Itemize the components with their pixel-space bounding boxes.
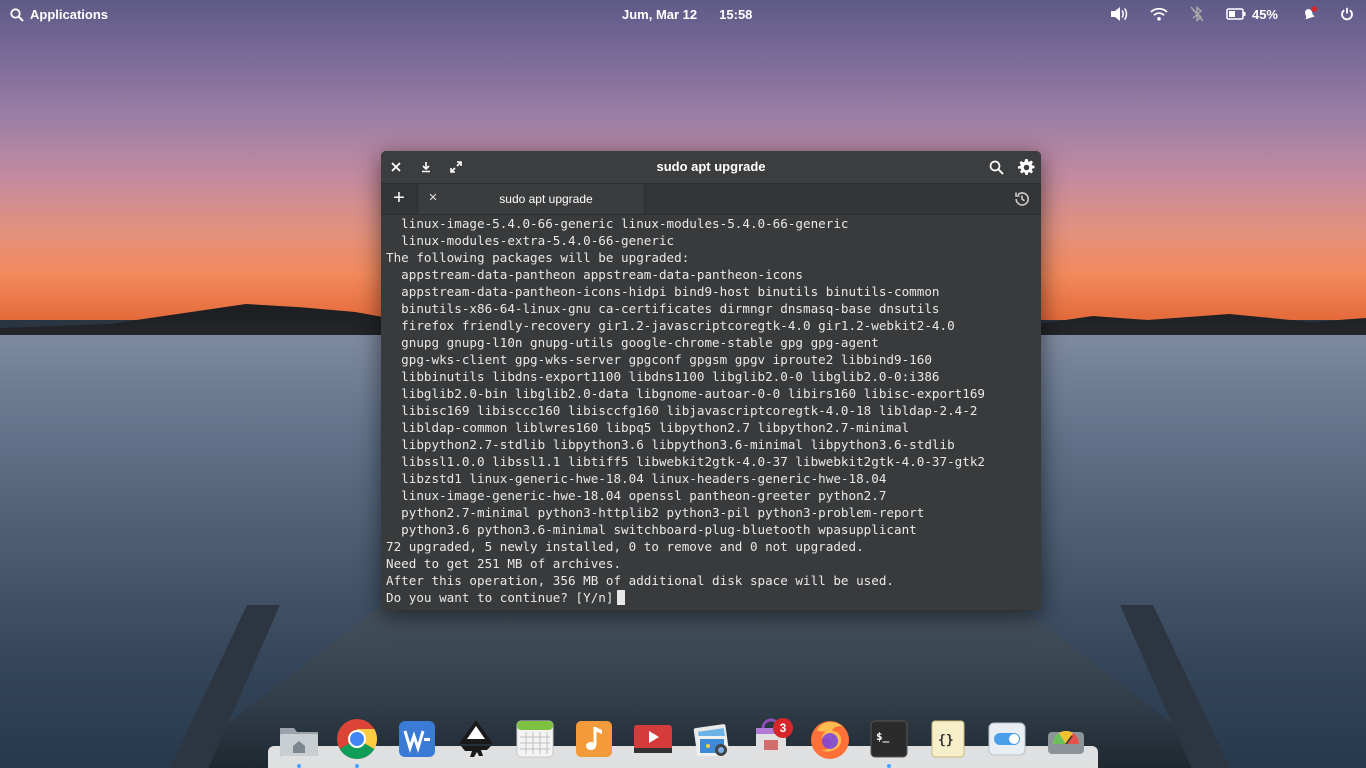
continue-prompt: Do you want to continue? [Y/n]	[386, 590, 614, 605]
time-label: 15:58	[719, 7, 753, 22]
settings-button[interactable]	[1017, 158, 1035, 176]
applications-menu[interactable]: Applications	[10, 7, 108, 22]
dock-videos[interactable]	[632, 718, 674, 760]
power-icon	[1341, 7, 1353, 21]
svg-text:$_: $_	[876, 730, 890, 743]
search-icon	[10, 7, 24, 22]
gear-icon	[1017, 158, 1034, 175]
output-line: libglib2.0-bin libglib2.0-data libgnome-…	[401, 386, 985, 401]
history-button[interactable]	[1013, 190, 1031, 208]
output-line: 72 upgraded, 5 newly installed, 0 to rem…	[386, 539, 864, 554]
notifications-indicator[interactable]	[1300, 6, 1318, 22]
output-line: libldap-common liblwres160 libpq5 libpyt…	[401, 420, 910, 435]
output-line: linux-image-5.4.0-66-generic linux-modul…	[401, 216, 849, 231]
output-line: The following packages will be upgraded:	[386, 250, 690, 265]
battery-icon	[1226, 8, 1246, 20]
tab-label: sudo apt upgrade	[499, 192, 593, 206]
new-tab-button[interactable]: +	[389, 188, 409, 208]
appcenter-update-badge: 3	[773, 718, 793, 738]
svg-text:{}: {}	[938, 733, 954, 748]
history-icon	[1015, 192, 1029, 206]
output-line: appstream-data-pantheon appstream-data-p…	[401, 267, 804, 282]
tab-sudo-apt-upgrade[interactable]: × sudo apt upgrade	[417, 184, 645, 214]
battery-percent: 45%	[1251, 6, 1278, 22]
dock-calendar[interactable]	[514, 718, 556, 760]
music-icon	[576, 721, 612, 757]
dock-chrome[interactable]	[336, 718, 378, 760]
chrome-icon	[337, 719, 377, 759]
output-line: After this operation, 356 MB of addition…	[386, 573, 894, 588]
system-settings-icon	[988, 722, 1026, 756]
power-indicator[interactable]: 45%	[1226, 7, 1278, 22]
output-line: gpg-wks-client gpg-wks-server gpgconf gp…	[401, 352, 932, 367]
date-label: Jum, Mar 12	[622, 7, 698, 22]
output-line: libisc169 libisccc160 libisccfg160 libja…	[401, 403, 978, 418]
output-line: Need to get 251 MB of archives.	[386, 556, 622, 571]
dock-photos[interactable]	[691, 718, 733, 760]
output-line: firefox friendly-recovery gir1.2-javascr…	[401, 318, 955, 333]
code-icon: {}	[931, 720, 965, 758]
bluetooth-indicator[interactable]	[1190, 6, 1204, 22]
datetime-indicator[interactable]: Jum, Mar 12 15:58	[622, 7, 752, 22]
output-line: libssl1.0.0 libssl1.1 libtiff5 libwebkit…	[401, 454, 985, 469]
terminal-icon: $_	[870, 720, 908, 758]
network-indicator[interactable]	[1150, 7, 1168, 21]
volume-indicator[interactable]	[1110, 6, 1128, 22]
dock-disk-usage[interactable]	[1045, 718, 1087, 760]
wifi-icon	[1150, 7, 1168, 21]
dock-running-indicator-chrome	[355, 764, 359, 768]
applications-label: Applications	[30, 7, 109, 22]
output-line: binutils-x86-64-linux-gnu ca-certificate…	[401, 301, 940, 316]
volume-icon	[1110, 7, 1128, 21]
output-line: libbinutils libdns-export1100 libdns1100…	[401, 369, 940, 384]
dock-files[interactable]	[278, 718, 320, 760]
indicator-area: 45%	[1110, 6, 1354, 22]
output-line: linux-modules-extra-5.4.0-66-generic	[401, 233, 675, 248]
search-icon	[989, 160, 1004, 175]
output-line: libzstd1 linux-generic-hwe-18.04 linux-h…	[401, 471, 887, 486]
close-tab-button[interactable]: ×	[426, 190, 440, 206]
terminal-window: sudo apt upgrade + × sudo apt upgrade li…	[381, 151, 1041, 610]
output-lines: linux-image-5.4.0-66-generic linux-modul…	[386, 216, 985, 588]
output-line: python2.7-minimal python3-httplib2 pytho…	[401, 505, 925, 520]
dock-system-settings[interactable]	[986, 718, 1028, 760]
window-title: sudo apt upgrade	[656, 159, 766, 174]
videos-icon	[634, 725, 672, 753]
calendar-icon	[516, 720, 554, 758]
files-icon	[280, 728, 318, 756]
photos-icon	[693, 724, 729, 756]
session-indicator[interactable]	[1340, 7, 1354, 21]
bluetooth-disabled-icon	[1190, 6, 1204, 22]
dock-wps-writer[interactable]	[396, 718, 438, 760]
find-button[interactable]	[987, 158, 1005, 176]
tab-bar: + × sudo apt upgrade	[381, 184, 1041, 215]
output-line: linux-image-generic-hwe-18.04 openssl pa…	[401, 488, 887, 503]
top-panel: Applications Jum, Mar 12 15:58 45%	[0, 0, 1366, 30]
dock-terminal[interactable]: $_	[868, 718, 910, 760]
dock-inkscape[interactable]	[455, 718, 497, 760]
text-cursor	[617, 590, 626, 605]
dock-code[interactable]: {}	[927, 718, 969, 760]
output-line: gnupg gnupg-l10n gnupg-utils google-chro…	[401, 335, 879, 350]
output-line: libpython2.7-stdlib libpython3.6 libpyth…	[401, 437, 955, 452]
terminal-output[interactable]: linux-image-5.4.0-66-generic linux-modul…	[386, 215, 1035, 606]
terminal-titlebar[interactable]: sudo apt upgrade	[381, 151, 1041, 184]
output-line: python3.6 python3.6-minimal switchboard-…	[401, 522, 917, 537]
inkscape-icon	[459, 720, 493, 757]
dock-running-indicator-terminal	[887, 764, 891, 768]
notification-bell-icon	[1305, 6, 1318, 20]
dock-running-indicator-files	[297, 764, 301, 768]
dock	[268, 746, 1098, 768]
disk-usage-icon	[1048, 730, 1084, 754]
dock-firefox[interactable]	[809, 718, 851, 760]
output-line: appstream-data-pantheon-icons-hidpi bind…	[401, 284, 940, 299]
firefox-icon	[811, 721, 849, 759]
wps-writer-icon	[399, 721, 435, 757]
dock-music[interactable]	[573, 718, 615, 760]
